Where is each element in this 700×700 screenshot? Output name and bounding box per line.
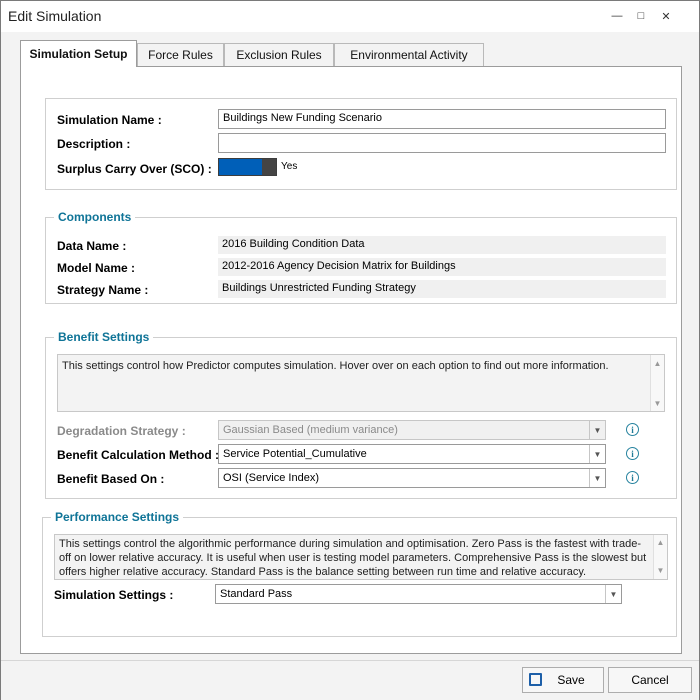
maximize-icon[interactable]: □ bbox=[633, 8, 649, 24]
benefit-based-on-select[interactable]: OSI (Service Index) ▼ bbox=[218, 468, 606, 488]
simulation-settings-label: Simulation Settings : bbox=[54, 588, 174, 602]
edit-simulation-window: Edit Simulation — □ ✕ Simulation Setup F… bbox=[0, 0, 700, 700]
benefit-settings-group: Benefit Settings This settings control h… bbox=[45, 330, 677, 499]
benefit-settings-title: Benefit Settings bbox=[54, 330, 154, 344]
sco-label: Surplus Carry Over (SCO) : bbox=[57, 162, 212, 176]
components-title: Components bbox=[54, 210, 136, 224]
simulation-name-input[interactable]: Buildings New Funding Scenario bbox=[218, 109, 666, 129]
simulation-settings-select[interactable]: Standard Pass ▼ bbox=[215, 584, 622, 604]
degradation-strategy-select: Gaussian Based (medium variance) ▼ bbox=[218, 420, 606, 440]
chevron-down-icon: ▼ bbox=[589, 421, 605, 439]
description-label: Description : bbox=[57, 137, 131, 151]
simulation-settings-value: Standard Pass bbox=[220, 588, 293, 600]
chevron-down-icon[interactable]: ▼ bbox=[605, 585, 621, 603]
performance-settings-title: Performance Settings bbox=[51, 510, 184, 524]
model-name-value: 2012-2016 Agency Decision Matrix for Bui… bbox=[218, 258, 666, 276]
chevron-down-icon[interactable]: ▼ bbox=[589, 445, 605, 463]
degradation-strategy-value: Gaussian Based (medium variance) bbox=[223, 424, 398, 436]
sco-state-text: Yes bbox=[281, 161, 298, 172]
window-title: Edit Simulation bbox=[8, 8, 102, 24]
setup-group: Simulation Name : Buildings New Funding … bbox=[45, 98, 677, 190]
scroll-up-icon[interactable]: ▲ bbox=[651, 357, 664, 369]
strategy-name-value: Buildings Unrestricted Funding Strategy bbox=[218, 280, 666, 298]
cancel-button[interactable]: Cancel bbox=[608, 667, 692, 693]
cancel-button-label: Cancel bbox=[631, 673, 669, 687]
info-icon[interactable]: i bbox=[626, 423, 639, 436]
minimize-icon[interactable]: — bbox=[609, 8, 625, 24]
benefit-calc-method-value: Service Potential_Cumulative bbox=[223, 448, 367, 460]
tab-simulation-setup[interactable]: Simulation Setup bbox=[20, 40, 137, 67]
components-group: Components Data Name : 2016 Building Con… bbox=[45, 210, 677, 304]
scroll-down-icon[interactable]: ▼ bbox=[654, 565, 667, 577]
benefit-description-text: This settings control how Predictor comp… bbox=[62, 360, 609, 372]
benefit-based-on-value: OSI (Service Index) bbox=[223, 472, 319, 484]
performance-description-text: This settings control the algorithmic pe… bbox=[59, 538, 647, 578]
degradation-strategy-label: Degradation Strategy : bbox=[57, 424, 186, 438]
scroll-down-icon[interactable]: ▼ bbox=[651, 397, 664, 409]
benefit-description-box[interactable]: This settings control how Predictor comp… bbox=[57, 354, 665, 412]
benefit-description-scrollbar[interactable]: ▲ ▼ bbox=[650, 355, 664, 411]
close-icon[interactable]: ✕ bbox=[658, 8, 674, 24]
data-name-label: Data Name : bbox=[57, 239, 127, 253]
chevron-down-icon[interactable]: ▼ bbox=[589, 469, 605, 487]
description-input[interactable] bbox=[218, 133, 666, 153]
benefit-based-on-label: Benefit Based On : bbox=[57, 472, 165, 486]
strategy-name-label: Strategy Name : bbox=[57, 283, 149, 297]
tab-environmental-activity[interactable]: Environmental Activity bbox=[334, 43, 484, 66]
save-button[interactable]: Save bbox=[522, 667, 604, 693]
info-icon[interactable]: i bbox=[626, 471, 639, 484]
benefit-calc-method-select[interactable]: Service Potential_Cumulative ▼ bbox=[218, 444, 606, 464]
save-icon bbox=[529, 673, 542, 686]
toggle-knob bbox=[262, 159, 276, 175]
info-icon[interactable]: i bbox=[626, 447, 639, 460]
save-button-label: Save bbox=[557, 673, 585, 687]
benefit-calc-method-label: Benefit Calculation Method : bbox=[57, 448, 219, 462]
dialog-footer: Save Cancel bbox=[1, 660, 699, 700]
title-bar: Edit Simulation — □ ✕ bbox=[1, 1, 699, 32]
scroll-up-icon[interactable]: ▲ bbox=[654, 537, 667, 549]
performance-description-box[interactable]: This settings control the algorithmic pe… bbox=[54, 534, 668, 580]
performance-description-scrollbar[interactable]: ▲ ▼ bbox=[653, 535, 667, 579]
tab-force-rules[interactable]: Force Rules bbox=[137, 43, 224, 66]
tab-exclusion-rules[interactable]: Exclusion Rules bbox=[224, 43, 334, 66]
sco-toggle[interactable] bbox=[218, 158, 277, 176]
performance-settings-group: Performance Settings This settings contr… bbox=[42, 510, 677, 637]
model-name-label: Model Name : bbox=[57, 261, 136, 275]
simulation-name-label: Simulation Name : bbox=[57, 113, 162, 127]
simulation-setup-panel: Simulation Name : Buildings New Funding … bbox=[20, 66, 682, 654]
data-name-value: 2016 Building Condition Data bbox=[218, 236, 666, 254]
